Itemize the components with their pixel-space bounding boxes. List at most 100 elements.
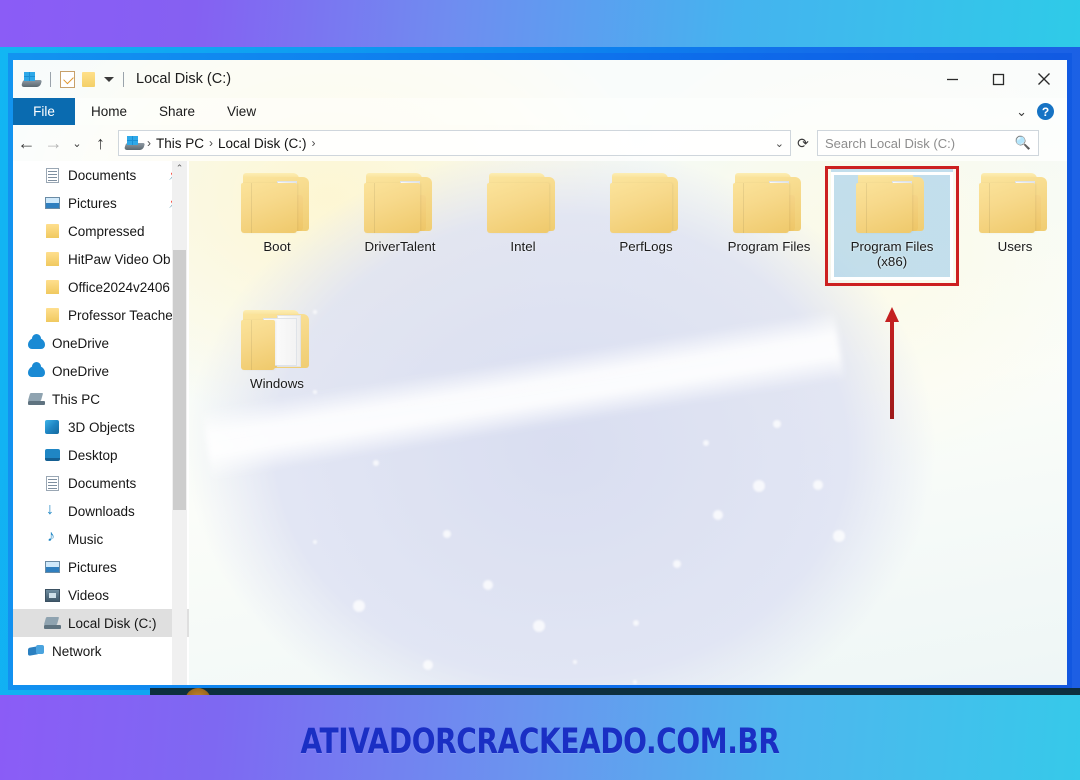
network-icon <box>27 643 45 659</box>
chevron-down-icon[interactable]: ⌄ <box>1016 104 1027 120</box>
breadcrumb-this-pc[interactable]: This PC <box>156 136 204 151</box>
address-breadcrumb-bar[interactable]: › This PC › Local Disk (C:) › ⌄ <box>118 130 791 156</box>
file-list-pane[interactable]: Boot DriverTalent Intel PerfLogs Program Fil… <box>189 161 1067 685</box>
new-folder-icon[interactable] <box>82 71 95 87</box>
tab-view[interactable]: View <box>211 98 272 125</box>
file-item-label: Program Files <box>850 239 934 254</box>
chevron-down-icon[interactable] <box>104 76 114 82</box>
nav-item-label: Music <box>68 531 104 547</box>
nav-item-label: Network <box>52 643 102 659</box>
nav-item-onedrive[interactable]: OneDrive <box>13 329 189 357</box>
nav-item-professor-teache[interactable]: Professor Teache <box>13 301 189 329</box>
file-item-label: DriverTalent <box>364 239 436 254</box>
nav-item-local-disk-c[interactable]: Local Disk (C:) <box>13 609 189 637</box>
properties-checkbox-icon[interactable] <box>60 70 75 88</box>
close-icon[interactable] <box>1021 60 1067 98</box>
file-item-inner: Windows <box>216 304 338 399</box>
help-icon[interactable]: ? <box>1037 103 1054 120</box>
minimize-icon[interactable] <box>929 60 975 98</box>
title-bar: Local Disk (C:) <box>13 60 1067 98</box>
nav-item-office2024v2406[interactable]: Office2024v2406 <box>13 273 189 301</box>
nav-item-label: Videos <box>68 587 110 603</box>
tab-share[interactable]: Share <box>143 98 211 125</box>
folder-icon <box>43 223 61 239</box>
file-item-label-line2: (x86) <box>876 254 908 269</box>
file-item-perflogs[interactable]: PerfLogs <box>585 167 707 262</box>
divider <box>123 71 124 87</box>
window-controls <box>929 60 1067 98</box>
file-item-windows[interactable]: Windows <box>216 304 338 399</box>
folder-icon <box>364 173 436 235</box>
quick-access-toolbar[interactable] <box>13 70 126 88</box>
document-icon <box>43 167 61 183</box>
nav-item-pictures[interactable]: Pictures📌 <box>13 189 189 217</box>
nav-item-label: Office2024v2406 <box>68 279 170 295</box>
chevron-down-icon[interactable]: ⌄ <box>775 137 784 150</box>
nav-item-desktop[interactable]: Desktop <box>13 441 189 469</box>
breadcrumb-separator: › <box>209 136 214 150</box>
download-icon <box>43 501 61 519</box>
nav-item-label: Professor Teache <box>68 307 173 323</box>
nav-item-label: Compressed <box>68 223 145 239</box>
maximize-icon[interactable] <box>975 60 1021 98</box>
nav-scrollbar-thumb[interactable] <box>173 250 186 510</box>
nav-item-3d-objects[interactable]: 3D Objects <box>13 413 189 441</box>
navigation-pane[interactable]: Documents📌Pictures📌 Compressed HitPaw Vide… <box>13 161 189 685</box>
nav-item-label: Desktop <box>68 447 118 463</box>
cloud-icon <box>27 361 45 379</box>
breadcrumb-local-disk[interactable]: Local Disk (C:) <box>218 136 307 151</box>
folder-icon <box>241 173 313 235</box>
desktop-icon <box>43 447 61 463</box>
nav-item-documents[interactable]: Documents📌 <box>13 161 189 189</box>
arrow-right-icon[interactable]: → <box>40 128 67 158</box>
drive-icon <box>123 136 146 150</box>
file-item-inner: Intel <box>462 167 584 262</box>
breadcrumb-separator: › <box>311 136 316 150</box>
search-input[interactable]: Search Local Disk (C:) 🔍 <box>817 130 1039 156</box>
file-item-boot[interactable]: Boot <box>216 167 338 262</box>
folder-icon <box>487 173 559 235</box>
decorative-top-band <box>0 0 1080 47</box>
tab-home[interactable]: Home <box>75 98 143 125</box>
file-item-drivertalent[interactable]: DriverTalent <box>339 167 461 262</box>
nav-item-compressed[interactable]: Compressed <box>13 217 189 245</box>
nav-item-label: Pictures <box>68 195 117 211</box>
nav-item-onedrive[interactable]: OneDrive <box>13 357 189 385</box>
file-item-label: Boot <box>263 239 291 254</box>
arrow-left-icon[interactable]: ← <box>13 128 40 158</box>
arrow-up-icon[interactable]: ↑ <box>87 128 114 158</box>
nav-item-videos[interactable]: Videos <box>13 581 189 609</box>
nav-item-label: Documents <box>68 475 137 491</box>
nav-item-label: Local Disk (C:) <box>68 615 157 631</box>
file-item-program-files[interactable]: Program Files <box>708 167 830 262</box>
refresh-icon[interactable]: ⟳ <box>791 135 815 152</box>
folder-icon <box>43 279 61 295</box>
search-placeholder: Search Local Disk (C:) <box>825 135 956 151</box>
nav-item-this-pc[interactable]: This PC <box>13 385 189 413</box>
nav-item-documents[interactable]: Documents <box>13 469 189 497</box>
nav-item-label: Documents <box>68 167 137 183</box>
file-item-label: Windows <box>250 376 304 391</box>
nav-item-label: 3D Objects <box>68 419 135 435</box>
folder-icon <box>979 173 1051 235</box>
file-item-intel[interactable]: Intel <box>462 167 584 262</box>
nav-item-downloads[interactable]: Downloads <box>13 497 189 525</box>
search-icon[interactable]: 🔍 <box>1015 135 1031 151</box>
recent-locations-chevron-down-icon[interactable]: ⌄ <box>67 128 87 158</box>
file-item-label: Intel <box>510 239 536 254</box>
nav-item-network[interactable]: Network <box>13 637 189 665</box>
nav-item-music[interactable]: Music <box>13 525 189 553</box>
nav-item-hitpaw-video-ob[interactable]: HitPaw Video Ob <box>13 245 189 273</box>
breadcrumb-separator: › <box>147 136 151 150</box>
folder-icon <box>610 173 682 235</box>
video-icon <box>43 587 61 603</box>
folder-icon <box>43 307 61 323</box>
file-item-program-files-x86[interactable]: Program Files (x86) <box>831 167 953 277</box>
tab-file[interactable]: File <box>13 98 75 125</box>
file-item-users[interactable]: Users <box>954 167 1067 262</box>
scroll-up-icon[interactable]: ⌃ <box>173 163 186 177</box>
folder-icon <box>43 251 61 267</box>
page-root: ATIVADORCRACKEADO.COM.BR Local Disk (C:) <box>0 0 1080 780</box>
nav-item-pictures[interactable]: Pictures <box>13 553 189 581</box>
divider <box>50 71 51 87</box>
